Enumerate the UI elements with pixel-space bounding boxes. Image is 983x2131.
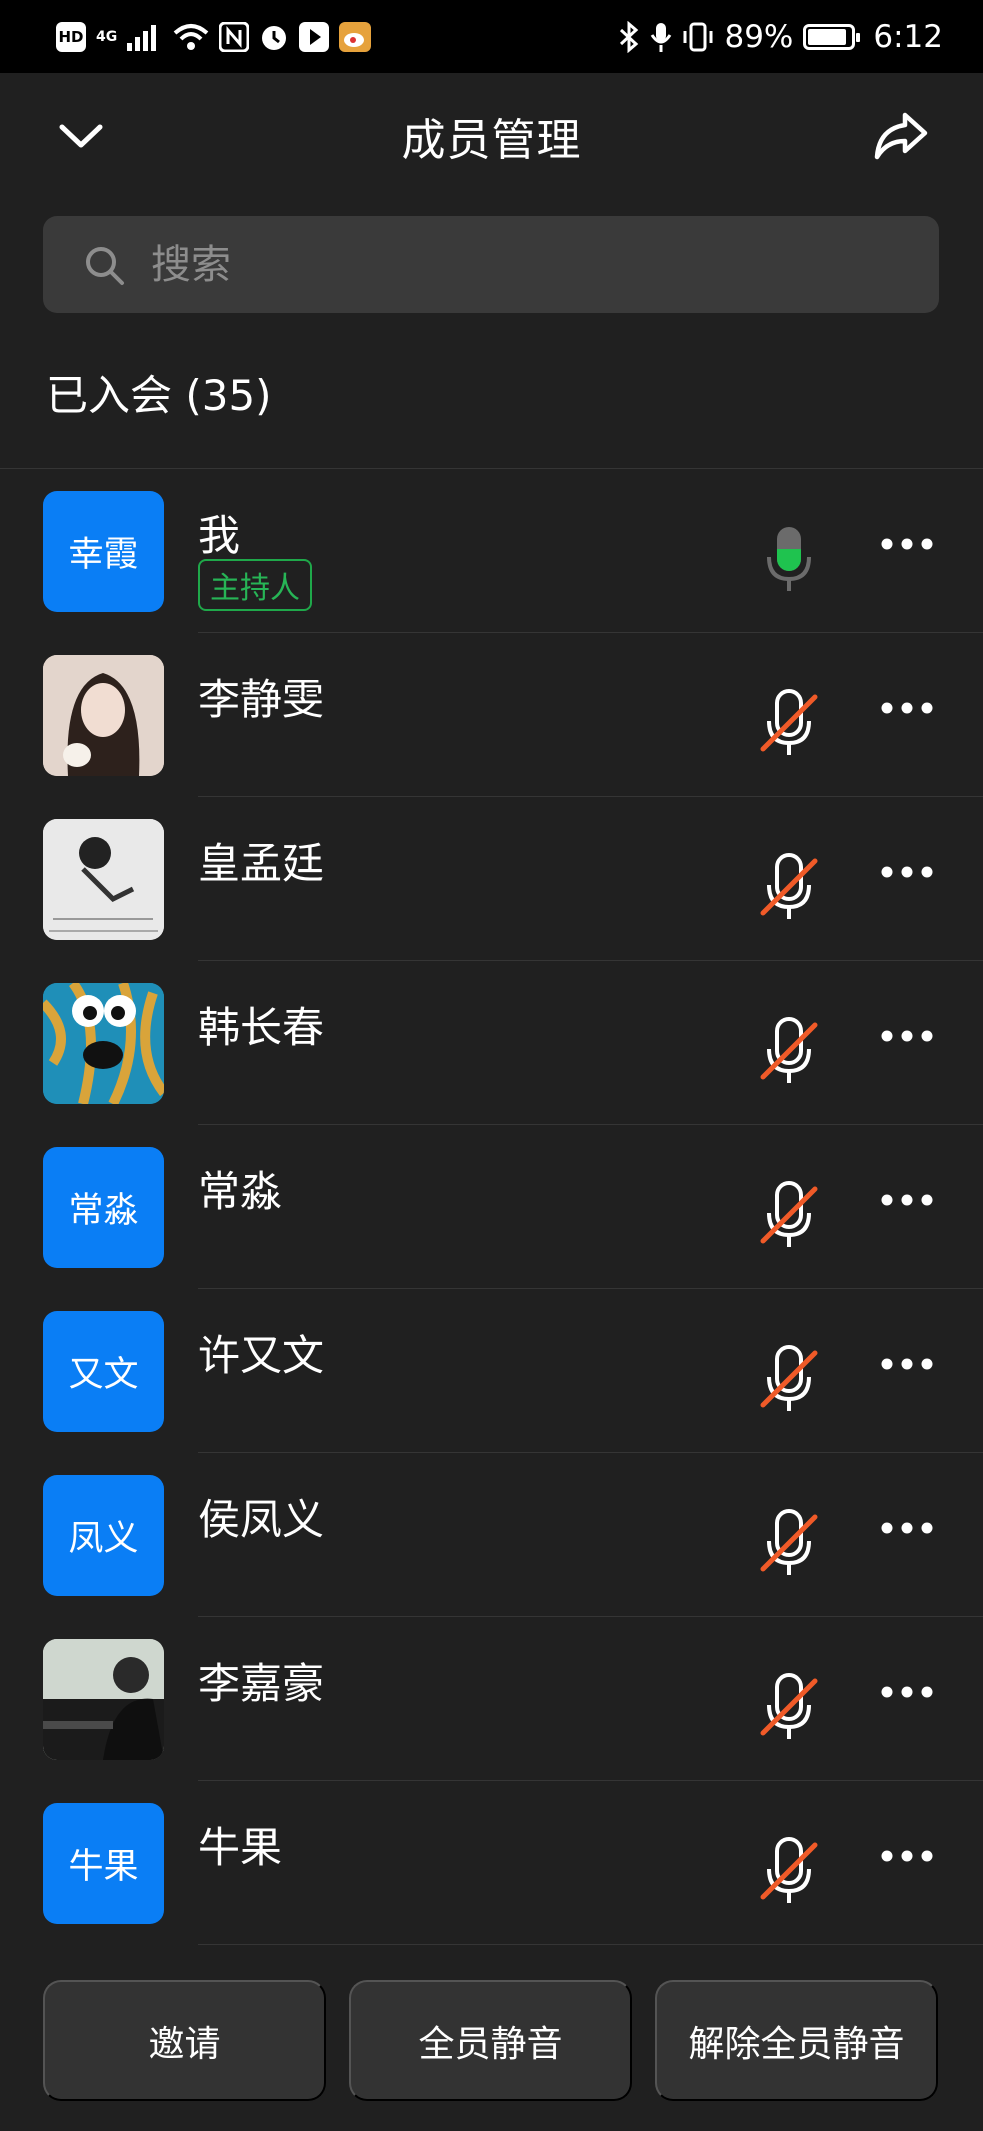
mic-muted-icon[interactable]: [760, 1673, 818, 1741]
member-name: 侯凤义: [198, 1495, 325, 1544]
avatar-photo: [43, 655, 164, 776]
nfc-icon: [219, 21, 250, 52]
joined-count-title: 已入会 (35): [46, 371, 272, 420]
avatar: 幸霞: [43, 491, 164, 612]
row-divider: [198, 1944, 983, 1945]
alarm-icon: [262, 25, 287, 50]
mic-on-icon[interactable]: [760, 525, 818, 593]
more-options-icon[interactable]: [880, 1848, 934, 1864]
play-icon: [299, 21, 330, 52]
avatar-photo: [43, 819, 164, 940]
weibo-icon: [339, 21, 372, 52]
member-row[interactable]: 又文 许又文: [0, 1289, 983, 1453]
vibrate-icon: [683, 22, 713, 51]
avatar: 常淼: [43, 1147, 164, 1268]
hd-icon: HD: [56, 21, 86, 52]
member-name: 牛果: [198, 1823, 283, 1872]
mic-muted-icon[interactable]: [760, 689, 818, 757]
mic-muted-icon[interactable]: [760, 1837, 818, 1905]
avatar: 牛果: [43, 1803, 164, 1924]
more-options-icon[interactable]: [880, 536, 934, 552]
member-name: 皇孟廷: [198, 839, 325, 888]
member-row[interactable]: 韩长春: [0, 961, 983, 1125]
member-name: 李静雯: [198, 675, 325, 724]
share-icon[interactable]: [873, 107, 929, 163]
mic-status-icon: [651, 22, 672, 52]
more-options-icon[interactable]: [880, 1684, 934, 1700]
member-name: 我: [198, 511, 241, 560]
member-name: 许又文: [198, 1331, 325, 1380]
bluetooth-icon: [620, 20, 639, 53]
member-row[interactable]: 幸霞 我 主持人: [0, 469, 983, 633]
search-icon: [86, 246, 124, 285]
status-right: 89% 6:12: [618, 19, 943, 55]
avatar-photo: [43, 983, 164, 1104]
avatar: 又文: [43, 1311, 164, 1432]
unmute-all-button[interactable]: 解除全员静音: [655, 1980, 938, 2101]
page-title: 成员管理: [401, 115, 582, 166]
host-badge: 主持人: [198, 559, 312, 611]
wifi-icon: [173, 23, 209, 50]
member-row[interactable]: 皇孟廷: [0, 797, 983, 961]
more-options-icon[interactable]: [880, 1356, 934, 1372]
battery-level: [808, 28, 846, 45]
member-name: 常淼: [198, 1167, 283, 1216]
invite-button[interactable]: 邀请: [43, 1980, 326, 2101]
more-options-icon[interactable]: [880, 1520, 934, 1536]
battery-icon: [803, 23, 861, 50]
avatar: [43, 819, 164, 940]
avatar-photo: [43, 1639, 164, 1760]
member-row[interactable]: 凤义 侯凤义: [0, 1453, 983, 1617]
network-type: 4G: [96, 28, 118, 45]
chevron-down-icon[interactable]: [56, 113, 106, 163]
member-name: 韩长春: [198, 1003, 325, 1052]
clock: 6:12: [873, 18, 943, 55]
search-input[interactable]: [151, 241, 911, 288]
avatar: [43, 655, 164, 776]
header: 成员管理: [0, 73, 983, 199]
search-bar[interactable]: [43, 216, 939, 313]
avatar: [43, 983, 164, 1104]
mic-muted-icon[interactable]: [760, 1345, 818, 1413]
mic-muted-icon[interactable]: [760, 853, 818, 921]
member-row[interactable]: 李嘉豪: [0, 1617, 983, 1781]
more-options-icon[interactable]: [880, 1192, 934, 1208]
avatar: [43, 1639, 164, 1760]
more-options-icon[interactable]: [880, 864, 934, 880]
more-options-icon[interactable]: [880, 1028, 934, 1044]
status-bar: HD 4G 89% 6:12: [0, 0, 983, 73]
avatar: 凤义: [43, 1475, 164, 1596]
mic-muted-icon[interactable]: [760, 1509, 818, 1577]
member-row[interactable]: 李静雯: [0, 633, 983, 797]
mute-all-button[interactable]: 全员静音: [349, 1980, 632, 2101]
status-left: HD 4G: [56, 21, 372, 52]
signal-icon: [127, 24, 157, 51]
battery-percent: 89%: [724, 18, 794, 55]
member-list: 幸霞 我 主持人 李静雯 皇孟廷 韩长春 常淼 常淼 又文 许又文 凤义 侯凤义…: [0, 469, 983, 1945]
bottom-action-bar: 邀请 全员静音 解除全员静音: [0, 1960, 983, 2131]
mic-muted-icon[interactable]: [760, 1017, 818, 1085]
member-row[interactable]: 常淼 常淼: [0, 1125, 983, 1289]
mic-muted-icon[interactable]: [760, 1181, 818, 1249]
member-name: 李嘉豪: [198, 1659, 325, 1708]
member-row[interactable]: 牛果 牛果: [0, 1781, 983, 1945]
more-options-icon[interactable]: [880, 700, 934, 716]
